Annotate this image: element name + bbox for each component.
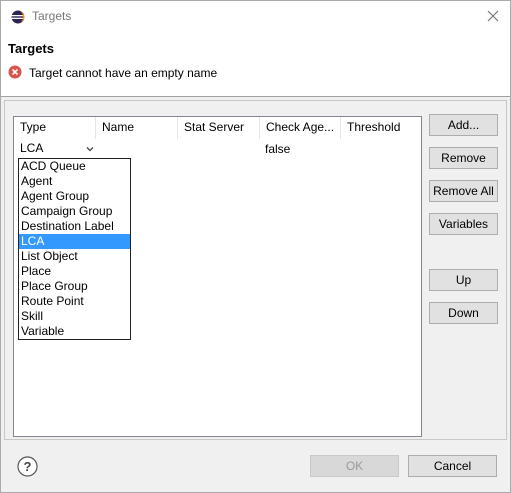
dropdown-option[interactable]: Agent [19,174,130,189]
variables-button[interactable]: Variables [429,213,498,235]
dropdown-option[interactable]: Agent Group [19,189,130,204]
type-combo[interactable]: LCA [18,140,98,158]
column-header-type[interactable]: Type [14,117,96,139]
error-message: Target cannot have an empty name [29,66,218,80]
dropdown-option[interactable]: Place Group [19,279,130,294]
header-area: Targets Target cannot have an empty name [1,32,510,96]
column-header-threshold[interactable]: Threshold [341,117,421,139]
type-combo-value: LCA [20,141,44,155]
svg-text:?: ? [24,459,32,474]
column-header-stat-server[interactable]: Stat Server [178,117,260,139]
dropdown-option[interactable]: Route Point [19,294,130,309]
chevron-down-icon[interactable] [85,144,95,154]
error-icon [8,65,22,79]
header-separator [1,96,510,97]
check-agent-cell[interactable]: false [265,142,290,156]
type-dropdown-list[interactable]: ACD Queue Agent Agent Group Campaign Gro… [18,158,131,340]
dropdown-option[interactable]: Campaign Group [19,204,130,219]
up-button[interactable]: Up [429,269,498,291]
add-button[interactable]: Add... [429,114,498,136]
cancel-button[interactable]: Cancel [408,455,497,477]
column-header-name[interactable]: Name [96,117,178,139]
eclipse-icon [11,10,25,24]
down-button[interactable]: Down [429,302,498,324]
title-bar: Targets [1,1,510,32]
dialog-window: Targets Targets Target cannot have an em… [0,0,511,493]
help-icon[interactable]: ? [17,456,38,477]
remove-all-button[interactable]: Remove All [429,180,498,202]
page-title: Targets [8,41,54,56]
dropdown-option-selected[interactable]: LCA [19,234,130,249]
dropdown-option[interactable]: Destination Label [19,219,130,234]
dropdown-option[interactable]: List Object [19,249,130,264]
window-title: Targets [32,9,72,23]
dropdown-option[interactable]: Variable [19,324,130,339]
dropdown-option[interactable]: Place [19,264,130,279]
dropdown-option[interactable]: ACD Queue [19,159,130,174]
close-icon[interactable] [484,7,502,25]
dropdown-option[interactable]: Skill [19,309,130,324]
ok-button[interactable]: OK [310,455,399,477]
remove-button[interactable]: Remove [429,147,498,169]
column-header-check-agent[interactable]: Check Age... [260,117,341,139]
